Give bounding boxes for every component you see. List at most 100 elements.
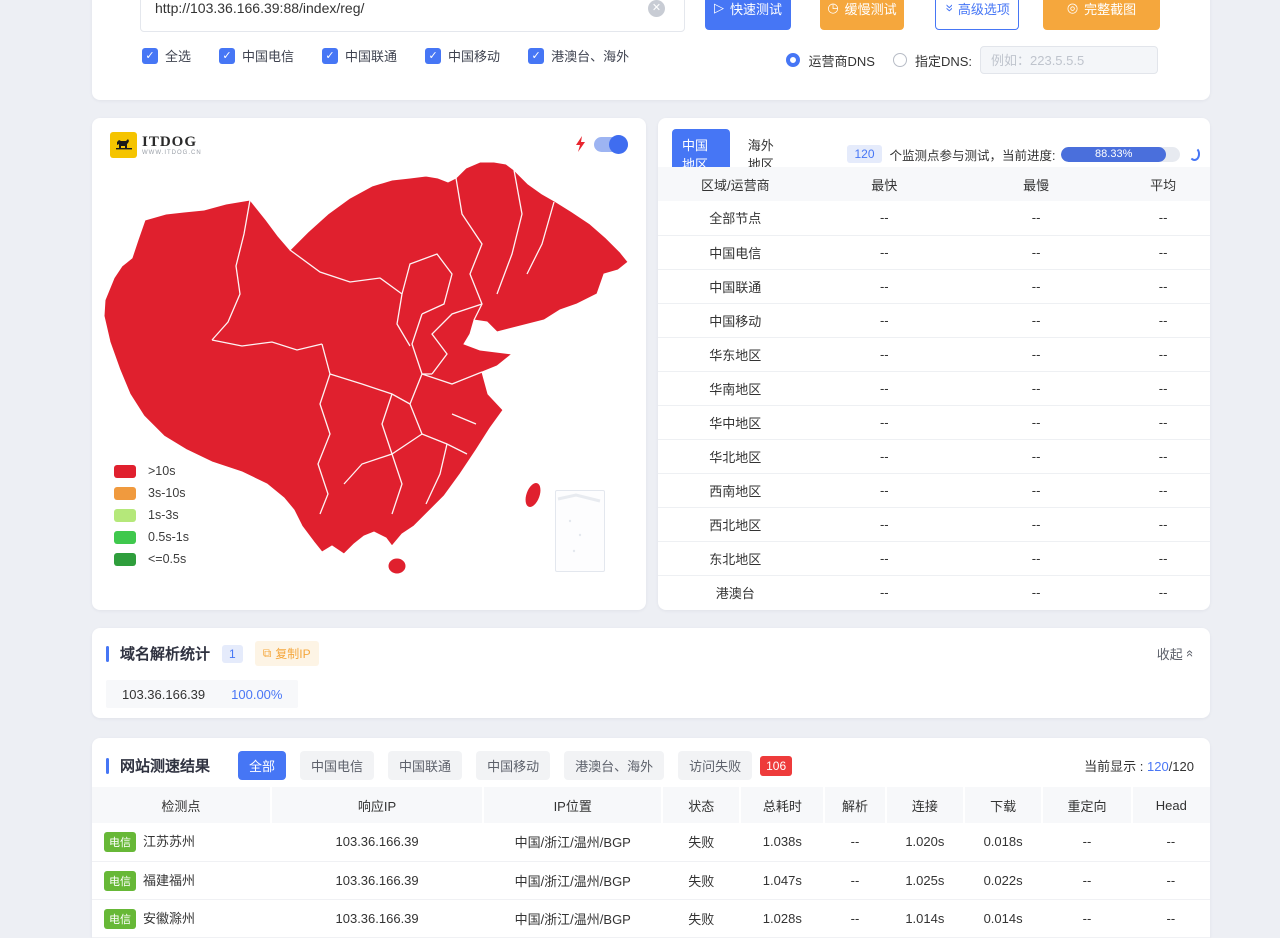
node-name: 福建福州 [143,873,195,888]
result-filters: 全部中国电信中国联通中国移动港澳台、海外访问失败 106 [238,751,792,780]
custom-dns-input[interactable] [980,46,1158,74]
status: 失败 [662,823,740,861]
map-animation-toggle[interactable] [594,137,628,152]
region-value: -- [1116,575,1210,609]
slow-test-label: 缓慢测试 [845,0,897,18]
region-value: -- [813,405,957,439]
carrier-dns-radio[interactable] [786,53,800,67]
checkbox-item[interactable]: ✓中国电信 [219,46,294,65]
table-row: 电信福建福州103.36.166.39中国/浙江/温州/BGP失败1.047s-… [92,861,1210,899]
table-row: 港澳台------ [658,575,1210,609]
filter-button[interactable]: 访问失败 [678,751,752,780]
slow-test-button[interactable]: ◷ 缓慢测试 [820,0,904,30]
ip-location: 中国/浙江/温州/BGP [483,861,662,899]
region-value: -- [813,337,957,371]
checkbox-label: 中国联通 [345,46,397,65]
checkbox-label: 全选 [165,46,191,65]
results-table-header: 检测点响应IPIP位置状态总耗时解析连接下载重定向Head [92,787,1210,823]
download-time: 0.022s [964,861,1042,899]
quick-test-button[interactable]: ▷ 快速测试 [705,0,791,30]
region-value: -- [813,303,957,337]
region-value: -- [956,235,1116,269]
node-cell: 电信安徽滁州 [92,899,271,937]
region-name: 港澳台 [658,575,813,609]
filter-button[interactable]: 中国移动 [476,751,550,780]
legend-label: 0.5s-1s [148,530,189,544]
total-time: 1.047s [740,861,824,899]
legend-item: >10s [114,460,189,482]
column-header: 检测点 [92,787,271,823]
legend-label: <=0.5s [148,552,186,566]
table-row: 华东地区------ [658,337,1210,371]
response-ip: 103.36.166.39 [271,823,483,861]
test-toolbar-card: ✕ ▷ 快速测试 ◷ 缓慢测试 « 高级选项 ◎ 完整截图 ✓全选✓中国电信✓中… [92,0,1210,100]
legend-label: 1s-3s [148,508,179,522]
region-value: -- [1116,303,1210,337]
camera-icon: ◎ [1067,0,1078,16]
copy-icon: ⧉ [263,646,272,661]
resolve-time: -- [824,861,885,899]
column-header: 重定向 [1042,787,1131,823]
head-time: -- [1132,823,1210,861]
url-input[interactable] [140,0,685,32]
checkbox-checked-icon[interactable]: ✓ [142,48,158,64]
column-header: 最慢 [956,167,1116,201]
advanced-options-label: 高级选项 [958,0,1010,18]
results-title: 网站测速结果 [120,755,210,776]
region-value: -- [956,541,1116,575]
fail-count-badge: 106 [760,756,792,776]
custom-dns-radio[interactable] [893,53,907,67]
dns-stats-title: 域名解析统计 [120,643,210,664]
display-count-current: 120 [1147,759,1169,774]
region-name: 西南地区 [658,473,813,507]
status: 失败 [662,861,740,899]
filter-button[interactable]: 全部 [238,751,286,780]
region-value: -- [1116,439,1210,473]
region-value: -- [956,507,1116,541]
copy-ip-button[interactable]: ⧉ 复制IP [255,641,319,666]
progress-bar: 88.33% [1061,147,1179,162]
checkbox-item[interactable]: ✓中国移动 [425,46,500,65]
head-time: -- [1132,899,1210,937]
region-value: -- [813,473,957,507]
region-value: -- [1116,269,1210,303]
checkbox-item[interactable]: ✓ 全选 [142,46,191,65]
region-value: -- [956,473,1116,507]
table-row: 中国移动------ [658,303,1210,337]
region-value: -- [813,541,957,575]
legend-swatch [114,465,136,478]
region-table-body: 全部节点------中国电信------中国联通------中国移动------… [658,201,1210,609]
checkbox-label: 港澳台、海外 [551,46,629,65]
region-value: -- [1116,235,1210,269]
checkbox-checked-icon[interactable]: ✓ [528,48,544,64]
collapse-button[interactable]: 收起 « [1157,644,1194,663]
filter-button[interactable]: 中国联通 [388,751,462,780]
display-count: 当前显示 : 120/120 [1084,756,1194,775]
checkbox-checked-icon[interactable]: ✓ [322,48,338,64]
full-screenshot-button[interactable]: ◎ 完整截图 [1043,0,1160,30]
checkbox-item[interactable]: ✓ 港澳台、海外 [528,46,629,65]
play-icon: ▷ [714,0,724,16]
region-value: -- [956,269,1116,303]
checkbox-checked-icon[interactable]: ✓ [425,48,441,64]
node-name: 江苏苏州 [143,834,195,849]
filter-button[interactable]: 港澳台、海外 [564,751,664,780]
south-china-sea-inset [555,490,605,572]
resolved-ip-chip[interactable]: 103.36.166.39 100.00% [106,680,298,708]
checkbox-checked-icon[interactable]: ✓ [219,48,235,64]
monitor-count-badge: 120 [847,145,881,163]
checkbox-item[interactable]: ✓ 中国联通 [322,46,397,65]
advanced-options-button[interactable]: « 高级选项 [935,0,1019,30]
column-header: 响应IP [271,787,483,823]
region-name: 东北地区 [658,541,813,575]
filter-button[interactable]: 中国电信 [300,751,374,780]
carrier-badge: 电信 [104,871,136,891]
region-name: 西北地区 [658,507,813,541]
hainan-island[interactable] [388,558,406,574]
section-accent-bar [106,758,109,774]
taiwan-island[interactable] [522,480,544,509]
column-header: 状态 [662,787,740,823]
clear-input-icon[interactable]: ✕ [648,0,665,17]
region-value: -- [1116,405,1210,439]
clock-icon: ◷ [827,0,838,16]
